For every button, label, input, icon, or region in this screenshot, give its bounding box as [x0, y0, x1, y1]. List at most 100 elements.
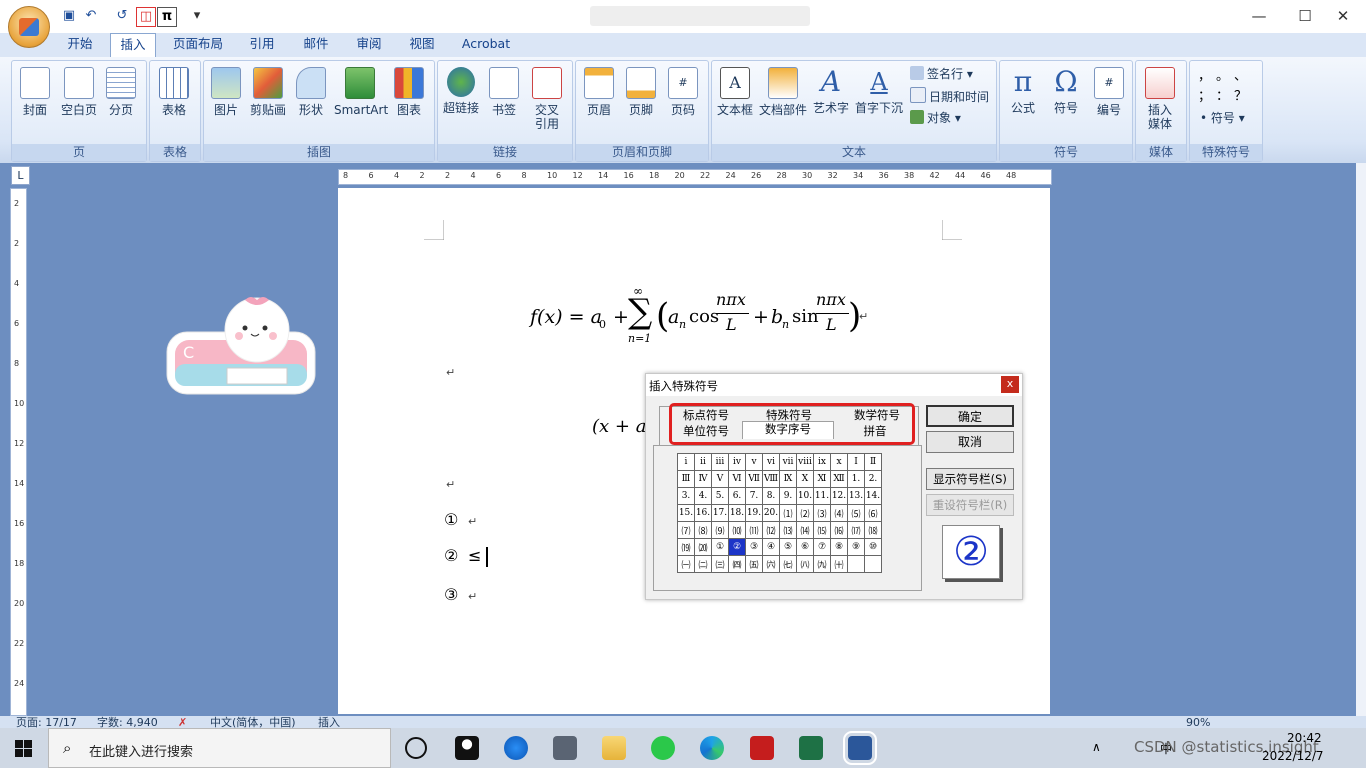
horizontal-ruler[interactable]: 8 6 4 2 2 4 6 8 10 12 14 16 18 20 22 24 26 28 30 32 34 36 38 42…: [338, 169, 1052, 185]
bookmark-button[interactable]: 书签: [483, 67, 525, 117]
symbol-cell[interactable]: ⑽: [728, 521, 746, 539]
tab-home[interactable]: 开始: [58, 33, 102, 57]
symbol-cell[interactable]: iv: [728, 453, 746, 471]
symbol-cell[interactable]: 15.: [677, 504, 695, 522]
symbol-cell[interactable]: ⑷: [830, 504, 848, 522]
hyperlink-button[interactable]: 超链接: [440, 67, 482, 115]
wordart-button[interactable]: A 艺术字: [810, 67, 852, 116]
undo-icon[interactable]: ↶: [82, 7, 100, 25]
drop-cap-button[interactable]: A 首字下沉: [853, 67, 905, 115]
calculator-icon[interactable]: [553, 736, 577, 760]
symbol-cell[interactable]: ①: [711, 538, 729, 556]
clock-time[interactable]: 20:42: [1287, 731, 1322, 745]
symbol-cell[interactable]: 14.: [864, 487, 882, 505]
dialog-close-button[interactable]: x: [1001, 376, 1019, 393]
excel-icon[interactable]: [799, 736, 823, 760]
ok-button[interactable]: 确定: [926, 405, 1014, 427]
tab-review[interactable]: 审阅: [347, 33, 391, 57]
symbol-cell[interactable]: ⒄: [847, 521, 865, 539]
cross-reference-button[interactable]: 交叉引用: [526, 67, 568, 131]
list-item-3[interactable]: ③: [444, 585, 458, 604]
list-item-2[interactable]: ②: [444, 546, 458, 565]
symbol-cell[interactable]: Ⅹ: [796, 470, 814, 488]
equation-quick-button[interactable]: π: [157, 7, 177, 27]
object-button[interactable]: 对象 ▾: [910, 109, 961, 127]
symbol-cell[interactable]: ⑻: [694, 521, 712, 539]
symbol-cell[interactable]: 8.: [762, 487, 780, 505]
tab-view[interactable]: 视图: [400, 33, 444, 57]
smartart-button[interactable]: SmartArt: [334, 67, 388, 117]
shapes-button[interactable]: 形状: [290, 67, 332, 117]
equation-button[interactable]: π 公式: [1002, 67, 1044, 116]
customize-qat-icon[interactable]: ▾: [188, 7, 206, 25]
picture-button[interactable]: 图片: [205, 67, 247, 117]
footer-button[interactable]: 页脚: [620, 67, 662, 117]
symbol-cell[interactable]: ㈩: [830, 555, 848, 573]
windows-start-icon[interactable]: [15, 740, 32, 757]
page-number-button[interactable]: # 页码: [662, 67, 704, 117]
symbol-cell[interactable]: x: [830, 453, 848, 471]
symbol-cell[interactable]: 5.: [711, 487, 729, 505]
header-button[interactable]: 页眉: [578, 67, 620, 117]
symbol-cell[interactable]: 19.: [745, 504, 763, 522]
symbol-cell[interactable]: ㈧: [796, 555, 814, 573]
clock-date[interactable]: 2022/12/7: [1262, 749, 1324, 763]
symbol-cell[interactable]: Ⅺ: [813, 470, 831, 488]
symbol-cell[interactable]: ⑼: [711, 521, 729, 539]
symbol-cell[interactable]: 18.: [728, 504, 746, 522]
symbol-cell[interactable]: 3.: [677, 487, 695, 505]
symbol-cell[interactable]: ⒇: [694, 538, 712, 556]
tab-selector[interactable]: L: [11, 166, 30, 185]
symbol-cell[interactable]: 17.: [711, 504, 729, 522]
textbox-button[interactable]: A 文本框: [714, 67, 756, 117]
symbol-cell[interactable]: ⒁: [796, 521, 814, 539]
symbol-cell[interactable]: ⑵: [796, 504, 814, 522]
symbol-colon[interactable]: ：: [1216, 87, 1234, 107]
numbering-button[interactable]: # 编号: [1088, 67, 1130, 117]
symbol-cell[interactable]: ⑩: [864, 538, 882, 556]
symbol-cell[interactable]: ⑴: [779, 504, 797, 522]
symbol-semicolon[interactable]: ；: [1198, 87, 1216, 107]
symbol-cell[interactable]: ⒅: [864, 521, 882, 539]
tray-chevron-icon[interactable]: ∧: [1092, 740, 1101, 754]
blank-page-button[interactable]: 空白页: [58, 67, 100, 117]
symbol-cell[interactable]: 7.: [745, 487, 763, 505]
symbol-cell[interactable]: ㈦: [779, 555, 797, 573]
tab-references[interactable]: 引用: [240, 33, 284, 57]
symbol-cell[interactable]: Ⅸ: [779, 470, 797, 488]
symbol-cell[interactable]: ②: [728, 538, 746, 556]
symbol-cell[interactable]: 13.: [847, 487, 865, 505]
symbol-cell[interactable]: ⑶: [813, 504, 831, 522]
symbol-cell[interactable]: v: [745, 453, 763, 471]
symbol-grid[interactable]: i ii iii iv v vi vii viii ix x Ⅰ Ⅱ Ⅲ Ⅳ Ⅴ Ⅵ Ⅶ Ⅷ Ⅸ Ⅹ Ⅺ Ⅻ 1. 2. 3. 4…: [677, 453, 882, 573]
symbol-cell[interactable]: Ⅲ: [677, 470, 695, 488]
symbol-comma[interactable]: ，: [1198, 67, 1216, 87]
symbol-cell[interactable]: 2.: [864, 470, 882, 488]
symbol-cell[interactable]: 16.: [694, 504, 712, 522]
symbol-cell[interactable]: ④: [762, 538, 780, 556]
minimize-button[interactable]: —: [1236, 4, 1282, 28]
edge-icon[interactable]: [700, 736, 724, 760]
symbol-cell[interactable]: ⑹: [864, 504, 882, 522]
symbol-cell[interactable]: ⑺: [677, 521, 695, 539]
vertical-scrollbar[interactable]: [1356, 163, 1366, 716]
page-break-button[interactable]: 分页: [100, 67, 142, 117]
close-button[interactable]: ✕: [1320, 4, 1366, 28]
task-view-icon[interactable]: [405, 737, 427, 759]
tab-mailings[interactable]: 邮件: [294, 33, 338, 57]
wechat-icon[interactable]: [651, 736, 675, 760]
symbol-cell[interactable]: ⑾: [745, 521, 763, 539]
symbol-cell[interactable]: ㈣: [728, 555, 746, 573]
symbol-cell[interactable]: [864, 555, 882, 573]
status-insert-mode[interactable]: 插入: [318, 716, 340, 728]
symbol-cell[interactable]: [847, 555, 865, 573]
symbol-cell[interactable]: ix: [813, 453, 831, 471]
fourier-equation[interactable]: f(x) = a 0 + ∞ ∑ n=1 ( a n cos nπx L + b…: [530, 282, 870, 352]
symbol-cell[interactable]: 11.: [813, 487, 831, 505]
symbol-cell[interactable]: Ⅰ: [847, 453, 865, 471]
symbol-button[interactable]: Ω 符号: [1045, 67, 1087, 116]
symbol-cell[interactable]: 12.: [830, 487, 848, 505]
symbol-cell[interactable]: ⒀: [779, 521, 797, 539]
symbol-cell[interactable]: vii: [779, 453, 797, 471]
symbol-cell[interactable]: vi: [762, 453, 780, 471]
